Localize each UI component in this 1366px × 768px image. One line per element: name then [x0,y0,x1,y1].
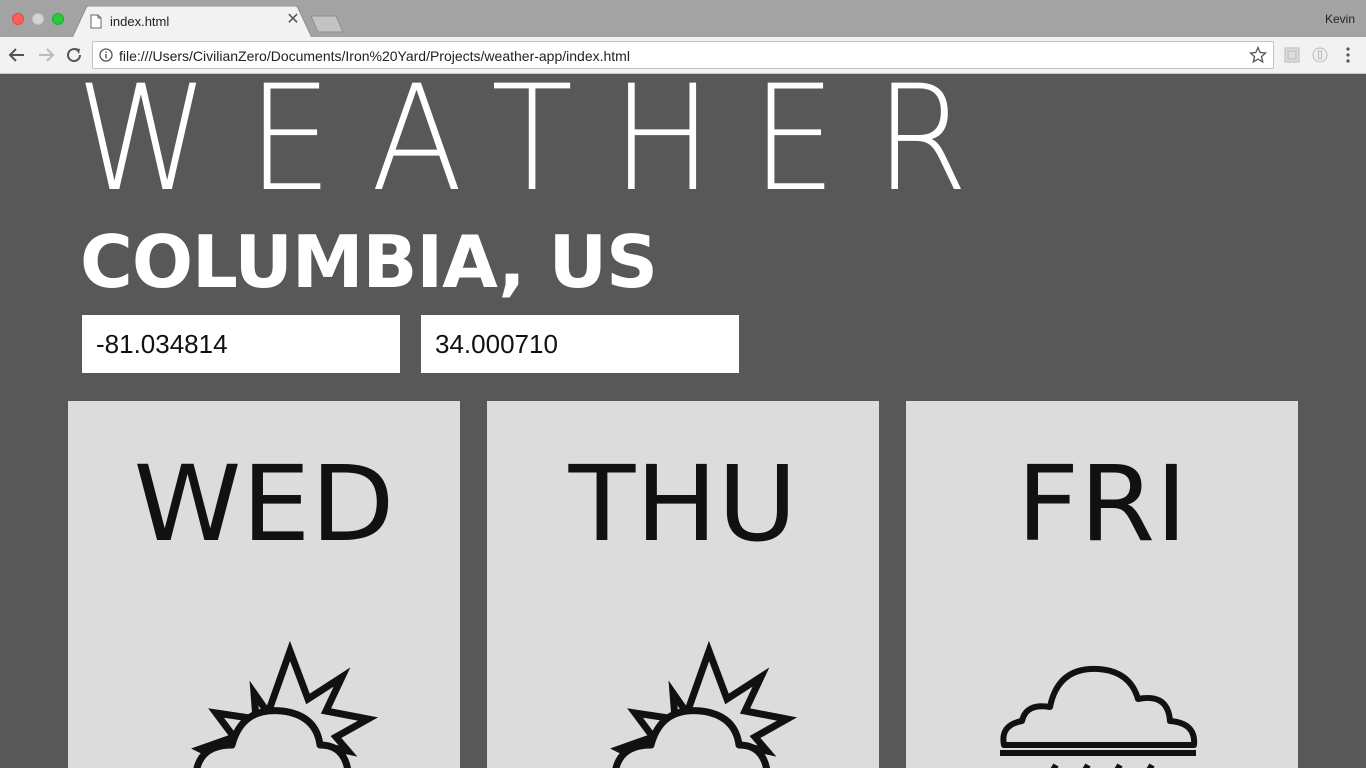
partly-cloudy-icon [610,641,798,768]
window-zoom-button[interactable] [52,13,64,25]
day-label: THU [568,443,798,565]
address-bar[interactable]: file:///Users/CivilianZero/Documents/Iro… [92,41,1274,69]
rain-icon [1000,665,1198,768]
back-arrow-icon[interactable] [7,45,27,65]
extension-circle-icon[interactable] [1312,47,1328,63]
browser-toolbar: file:///Users/CivilianZero/Documents/Iro… [0,37,1366,74]
forecast-card-thu: THU [487,401,879,768]
tab-close-icon[interactable]: ✕ [285,12,301,28]
day-label: WED [133,443,395,565]
partly-cloudy-icon [191,641,379,768]
bookmark-star-icon[interactable] [1249,46,1267,64]
browser-tabstrip: index.html ✕ Kevin [0,0,1366,38]
page-content: WEATHER COLUMBIA, US WED THU FRI [0,74,1366,768]
longitude-input[interactable] [82,315,400,373]
window-close-button[interactable] [12,13,24,25]
info-icon[interactable] [99,48,113,62]
forecast-card-wed: WED [68,401,460,768]
latitude-input[interactable] [421,315,739,373]
app-title: WEATHER [76,74,1007,224]
new-tab-button[interactable] [310,15,344,33]
browser-menu-icon[interactable] [1340,46,1356,64]
extension-icon[interactable] [1284,47,1300,63]
profile-name[interactable]: Kevin [1325,12,1355,26]
forward-arrow-icon[interactable] [36,45,56,65]
forecast-card-fri: FRI [906,401,1298,768]
document-icon [90,14,102,29]
tab-title: index.html [110,14,170,29]
browser-tab[interactable] [72,6,312,38]
url-text[interactable]: file:///Users/CivilianZero/Documents/Iro… [119,48,630,64]
reload-icon[interactable] [64,45,84,65]
day-label: FRI [1016,443,1188,565]
window-minimize-button[interactable] [32,13,44,25]
location-title: COLUMBIA, US [80,220,658,304]
